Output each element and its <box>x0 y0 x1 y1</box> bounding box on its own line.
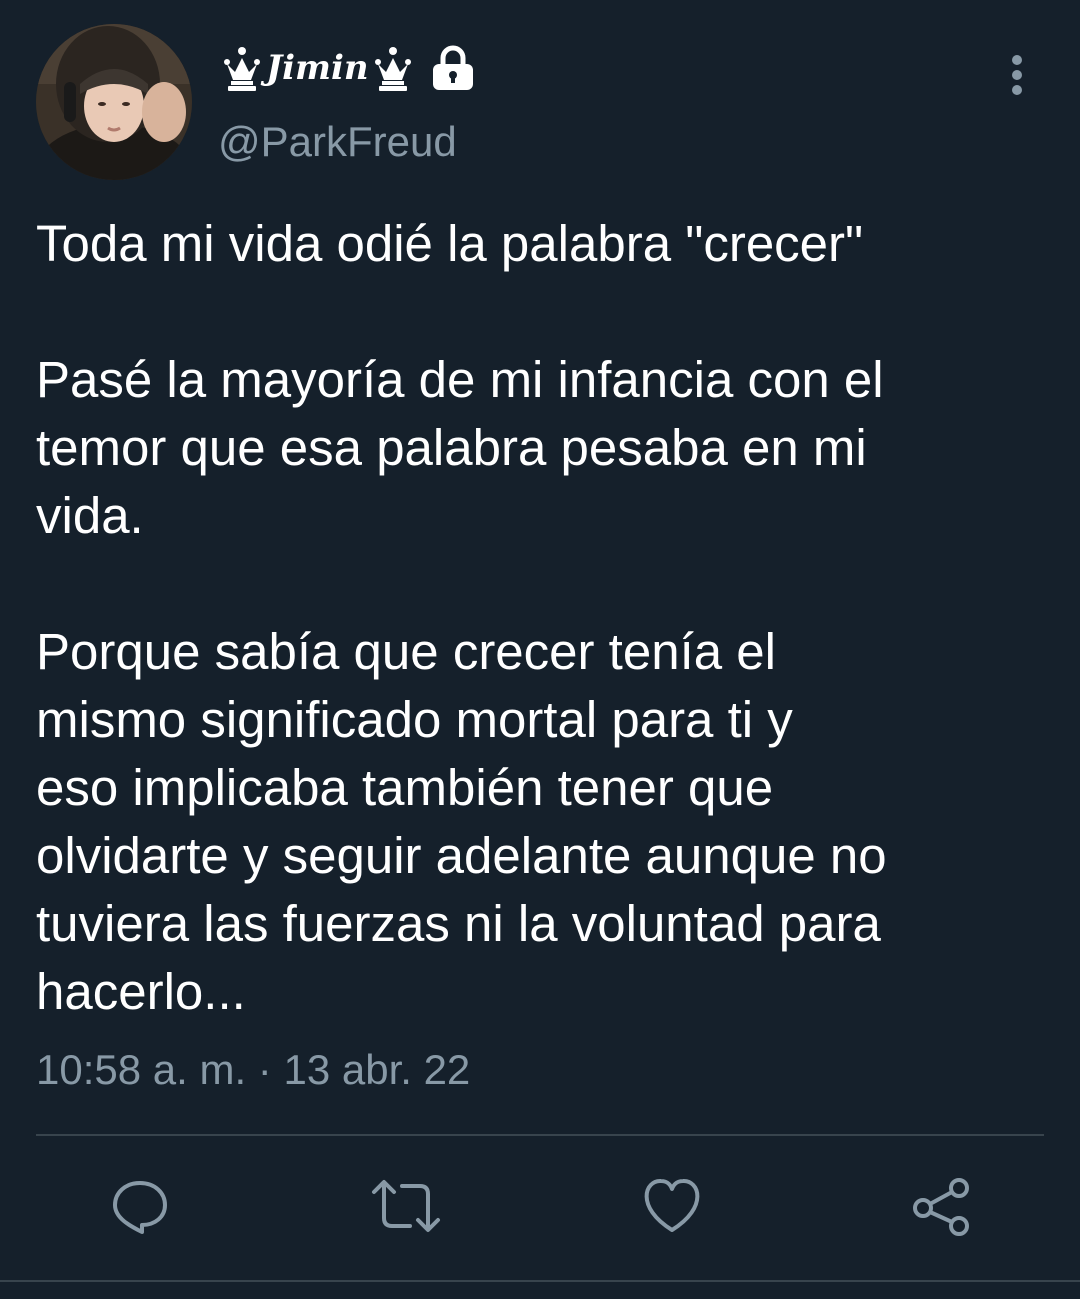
like-icon <box>644 1179 700 1232</box>
share-icon <box>913 1178 969 1236</box>
chess-queen-icon <box>222 44 262 92</box>
like-button[interactable] <box>636 1170 708 1242</box>
tweet-text: Toda mi vida odié la palabra "crecer" Pa… <box>36 210 1046 1026</box>
tweet-date: 13 abr. 22 <box>283 1046 471 1093</box>
retweet-button[interactable] <box>370 1170 442 1242</box>
tweet-paragraph: Porque sabía que crecer tenía el mismo s… <box>36 623 887 1020</box>
divider <box>36 1134 1044 1136</box>
avatar[interactable] <box>36 24 192 180</box>
more-options-icon[interactable] <box>1002 52 1032 100</box>
author-handle[interactable]: @ParkFreud <box>218 118 457 166</box>
avatar-photo <box>36 24 192 180</box>
author-name-text: Jimin <box>266 48 369 88</box>
reply-button[interactable] <box>104 1170 176 1242</box>
tweet-timestamp[interactable]: 10:58 a. m. · 13 abr. 22 <box>36 1046 470 1094</box>
tweet-paragraph: Pasé la mayoría de mi infancia con el te… <box>36 351 884 544</box>
meta-separator: · <box>257 1046 272 1093</box>
lock-icon <box>429 44 477 92</box>
share-button[interactable] <box>904 1170 976 1242</box>
chess-queen-icon <box>373 44 413 92</box>
tweet-paragraph: Toda mi vida odié la palabra "crecer" <box>36 215 864 272</box>
reply-icon <box>113 1181 167 1234</box>
divider <box>0 1280 1080 1282</box>
retweet-icon <box>372 1180 440 1232</box>
tweet-time: 10:58 a. m. <box>36 1046 247 1093</box>
author-display-name[interactable]: Jimin <box>222 42 477 94</box>
